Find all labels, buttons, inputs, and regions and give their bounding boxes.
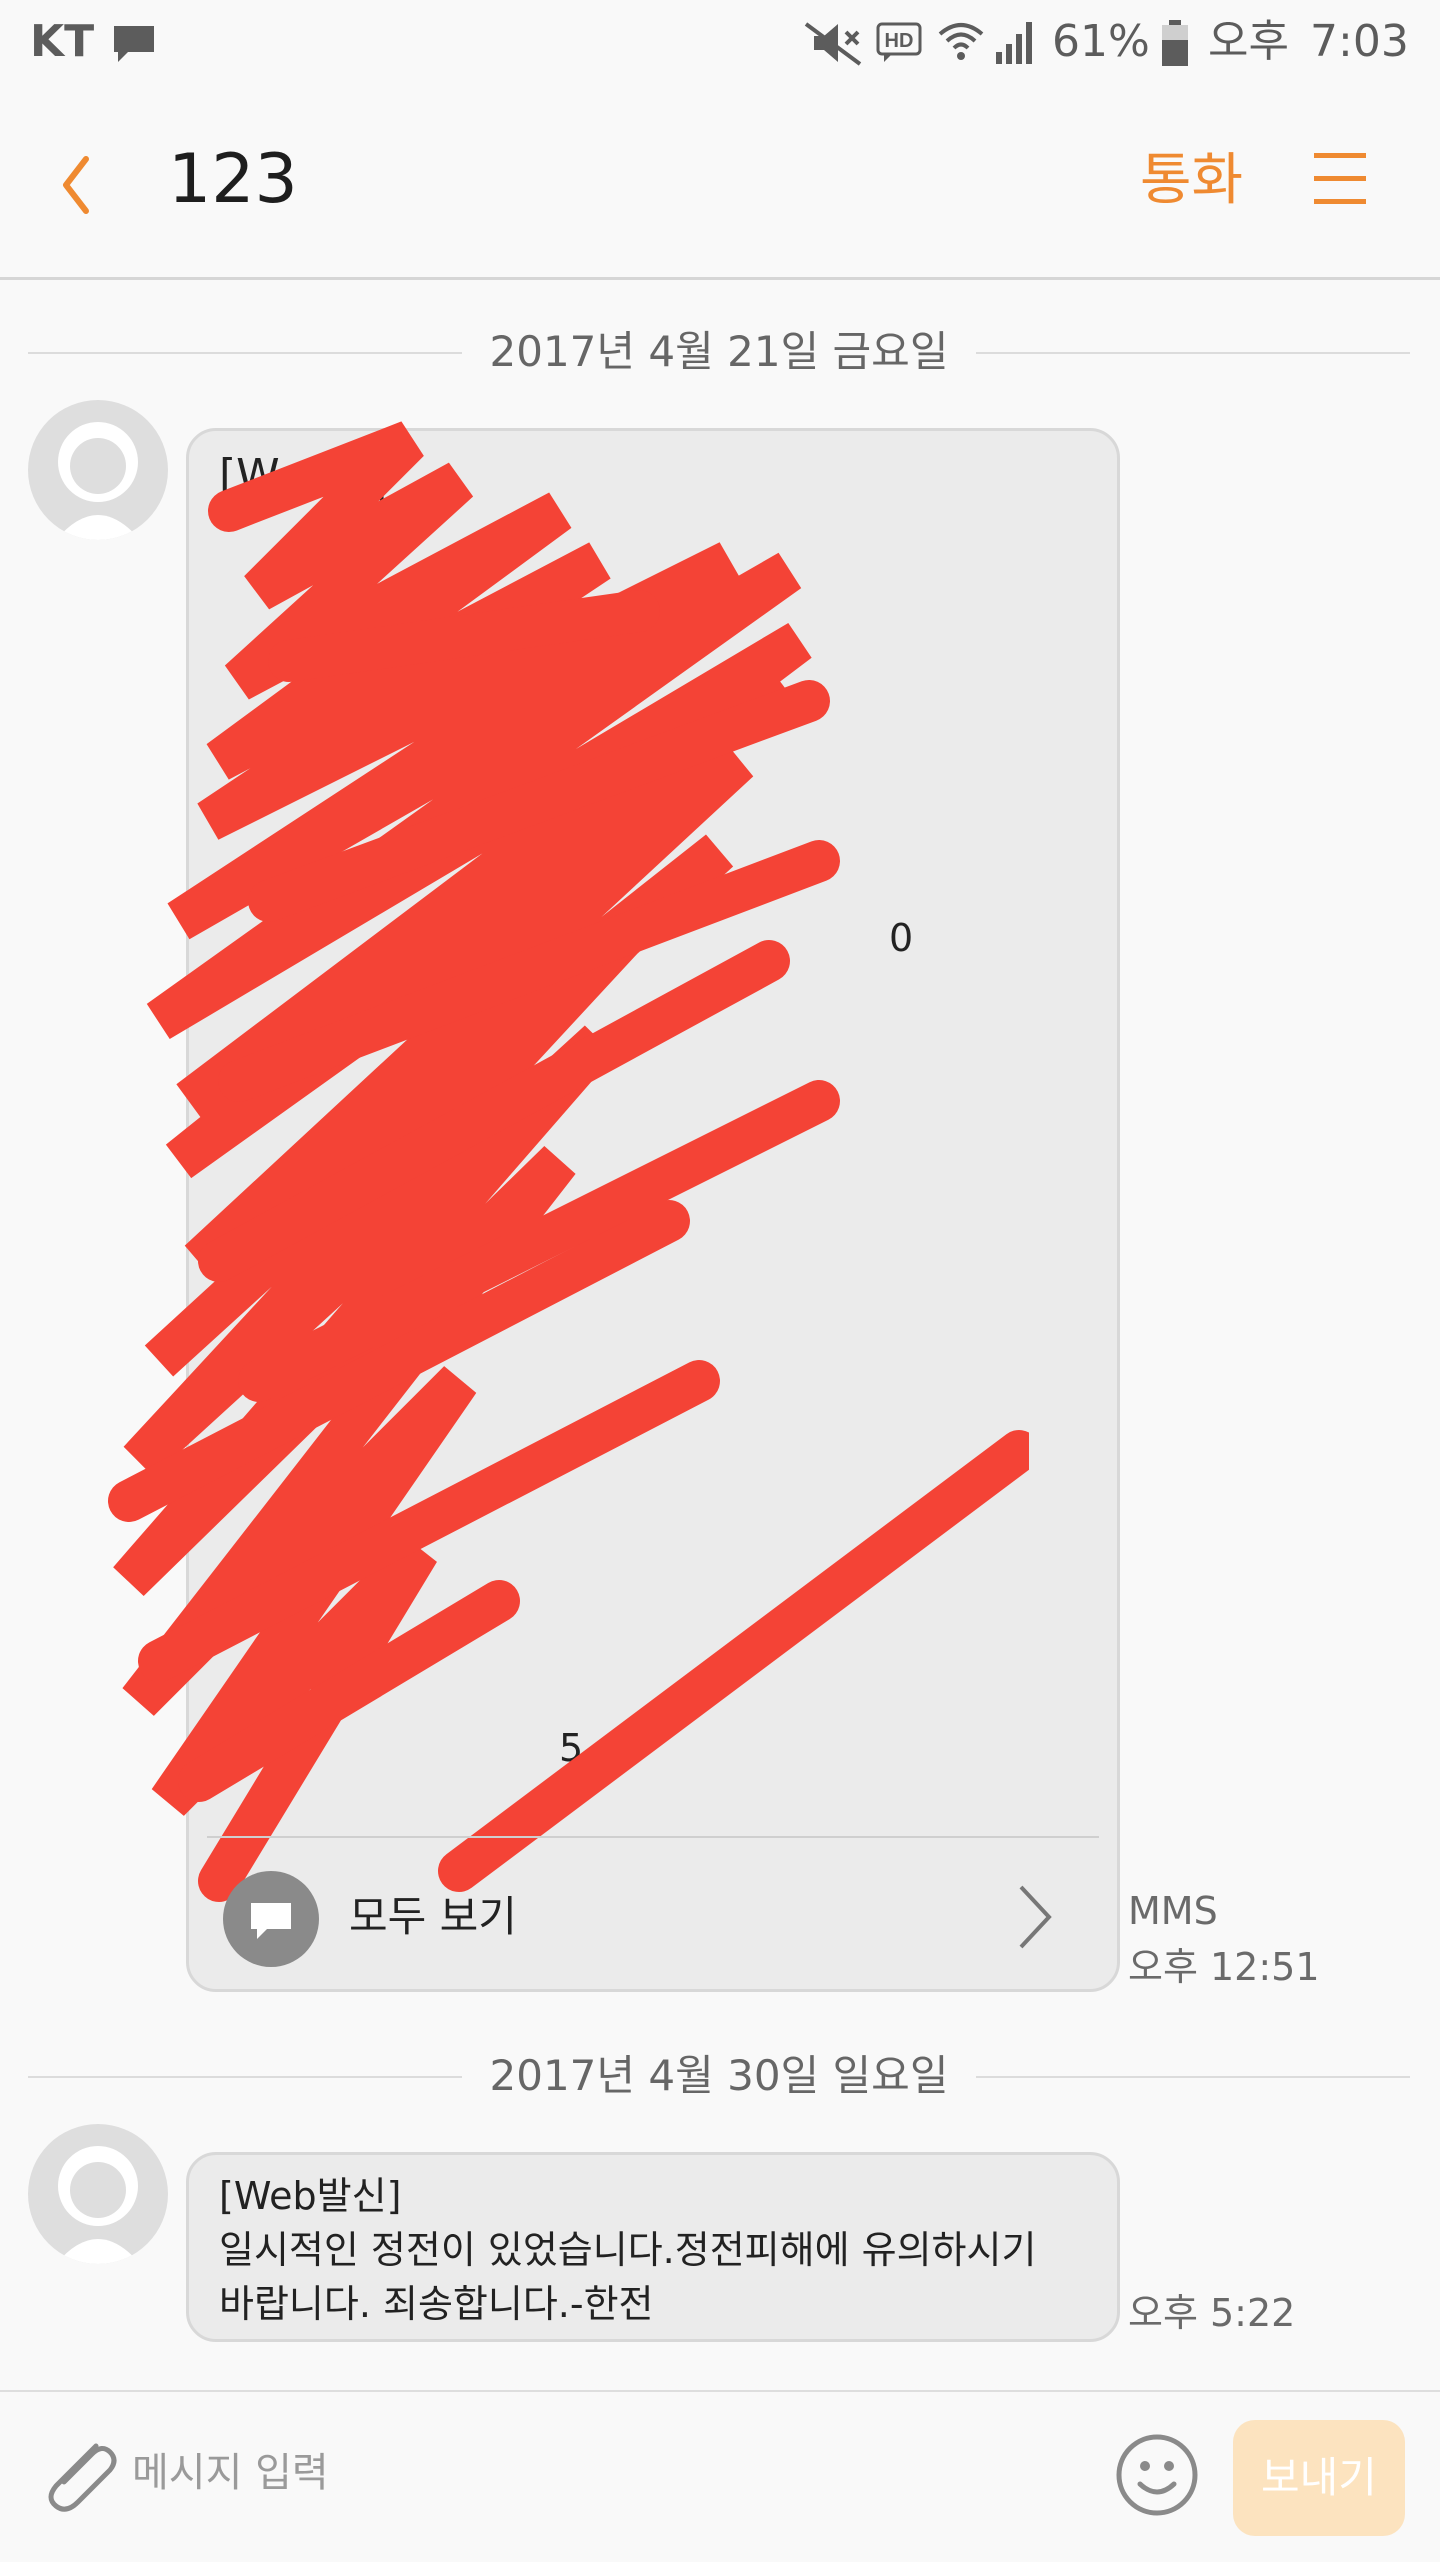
view-all-row[interactable]: 모두 보기 [189,1839,1117,1989]
avatar[interactable] [28,2124,168,2264]
conversation-title: 123 [168,140,298,219]
chat-icon [114,26,154,62]
message-type-label: MMS [1128,1889,1218,1933]
emoji-icon[interactable] [1114,2432,1200,2518]
back-arrow-icon[interactable] [50,145,120,225]
message-input[interactable] [130,2432,1074,2514]
avatar-icon [30,2126,166,2264]
sms-message-bubble[interactable]: [Web발신] 일시적인 정전이 있었습니다.정전피해에 유의하시기 바랍니다.… [186,2152,1120,2342]
status-bar: KT HD 61% 오후 7:03 [0,0,1440,85]
menu-icon[interactable] [1310,147,1370,211]
mute-icon [804,22,862,66]
date-divider: 2017년 4월 21일 금요일 [28,322,1410,382]
bubble-divider [207,1836,1099,1838]
view-all-label: 모두 보기 [349,1892,517,1941]
mms-message-bubble[interactable]: [W 4 1 0 A 5 모두 보기 [108,421,1120,1992]
call-button[interactable]: 통화 [1140,147,1243,215]
svg-text:HD: HD [885,30,914,52]
message-bubble-icon [223,1871,319,1967]
date-label: 2017년 4월 21일 금요일 [461,327,977,376]
app-header: 123 통화 [0,85,1440,280]
wifi-icon [938,23,984,60]
hd-icon: HD [876,22,922,62]
message-time: 오후 5:22 [1128,2291,1296,2335]
signal-icon [996,22,1032,64]
send-button[interactable]: 보내기 [1233,2420,1405,2536]
time-ampm: 오후 [1208,16,1289,67]
date-label: 2017년 4월 30일 일요일 [461,2051,977,2100]
composer-bar: 보내기 [0,2390,1440,2562]
redaction-scribble [108,421,1029,1902]
message-time: 오후 12:51 [1128,1945,1320,1989]
message-text: [Web발신] 일시적인 정전이 있었습니다.정전피해에 유의하시기 바랍니다.… [219,2174,1037,2326]
carrier-label: KT [30,16,95,67]
battery-icon [1162,20,1188,66]
status-time: 7:03 [1310,16,1409,67]
date-divider: 2017년 4월 30일 일요일 [28,2046,1410,2106]
attach-icon[interactable] [34,2428,124,2518]
battery-percent: 61% [1052,16,1150,67]
chevron-right-icon [1019,1885,1052,1949]
